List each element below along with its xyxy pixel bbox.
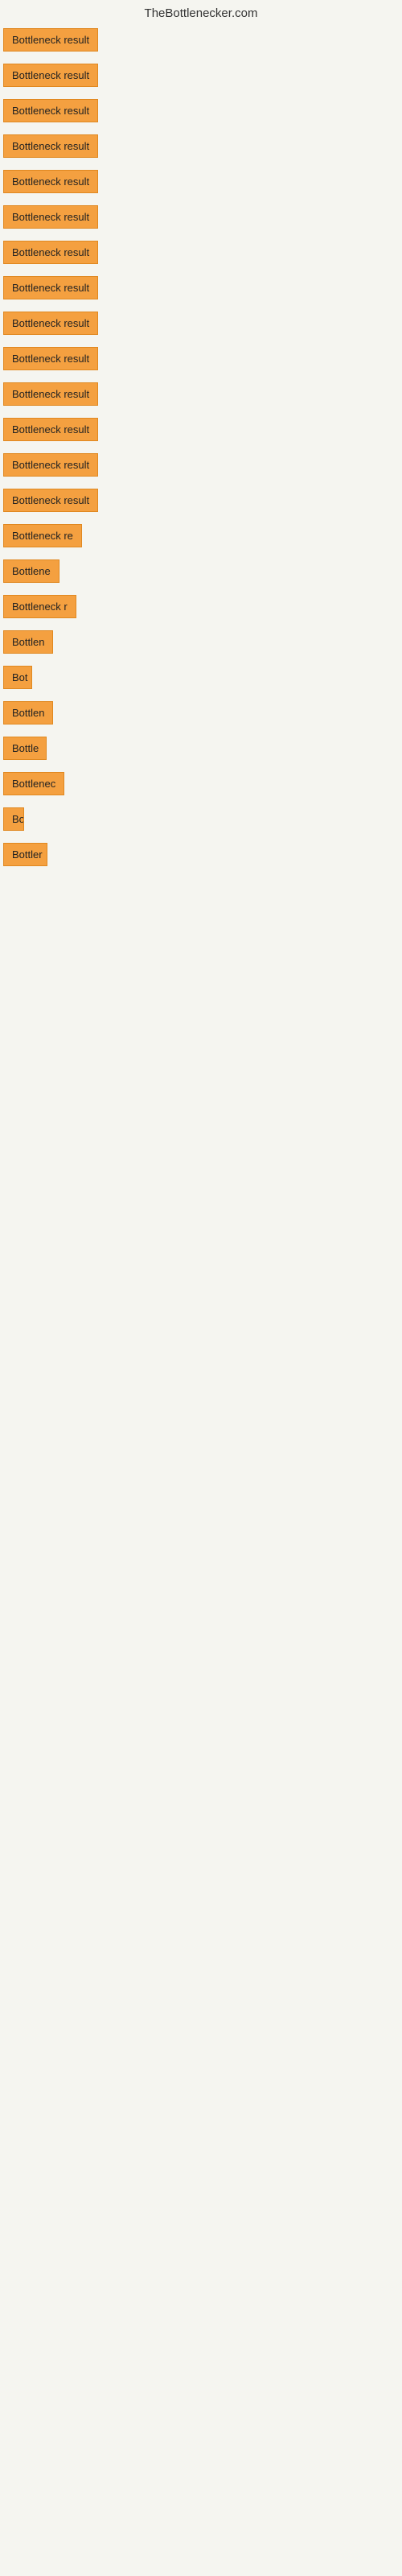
- list-item: Bottleneck result: [0, 448, 402, 482]
- list-item: Bottleneck r: [0, 590, 402, 624]
- list-item: Bottlen: [0, 625, 402, 659]
- bottleneck-result-badge[interactable]: Bo: [3, 807, 24, 831]
- bottleneck-result-badge[interactable]: Bottleneck result: [3, 489, 98, 512]
- bottleneck-result-badge[interactable]: Bottleneck result: [3, 382, 98, 406]
- bottleneck-result-badge[interactable]: Bottlen: [3, 701, 53, 724]
- list-item: Bottleneck result: [0, 484, 402, 518]
- bottleneck-result-badge[interactable]: Bottleneck result: [3, 418, 98, 441]
- list-item: Bottlen: [0, 696, 402, 730]
- list-item: Bottlenec: [0, 767, 402, 801]
- bottleneck-result-badge[interactable]: Bottleneck re: [3, 524, 82, 547]
- list-item: Bottleneck result: [0, 378, 402, 411]
- list-item: Bottleneck result: [0, 236, 402, 270]
- bottleneck-result-badge[interactable]: Bottleneck result: [3, 312, 98, 335]
- list-item: Bottleneck result: [0, 165, 402, 199]
- bottleneck-result-badge[interactable]: Bottler: [3, 843, 47, 866]
- list-item: Bottleneck result: [0, 59, 402, 93]
- bottleneck-result-badge[interactable]: Bottleneck result: [3, 134, 98, 158]
- list-item: Bottleneck result: [0, 23, 402, 57]
- bottleneck-result-badge[interactable]: Bottle: [3, 737, 47, 760]
- bottleneck-result-badge[interactable]: Bottleneck result: [3, 170, 98, 193]
- bottleneck-result-badge[interactable]: Bottleneck result: [3, 276, 98, 299]
- list-item: Bottleneck result: [0, 200, 402, 234]
- bottleneck-result-badge[interactable]: Bottleneck result: [3, 99, 98, 122]
- bottleneck-result-badge[interactable]: Bottleneck result: [3, 28, 98, 52]
- bottleneck-result-badge[interactable]: Bottleneck result: [3, 205, 98, 229]
- bottleneck-result-badge[interactable]: Bottlenec: [3, 772, 64, 795]
- list-item: Bottler: [0, 838, 402, 872]
- list-item: Bottle: [0, 732, 402, 766]
- bottleneck-result-badge[interactable]: Bottleneck result: [3, 347, 98, 370]
- bottleneck-result-badge[interactable]: Bottleneck r: [3, 595, 76, 618]
- list-item: Bottleneck result: [0, 307, 402, 341]
- list-item: Bottleneck result: [0, 342, 402, 376]
- site-header: TheBottlenecker.com: [0, 0, 402, 23]
- bottleneck-result-badge[interactable]: Bottlen: [3, 630, 53, 654]
- list-item: Bottleneck result: [0, 413, 402, 447]
- list-item: Bottleneck re: [0, 519, 402, 553]
- bottleneck-result-badge[interactable]: Bottleneck result: [3, 241, 98, 264]
- bottleneck-result-badge[interactable]: Bottleneck result: [3, 453, 98, 477]
- bottleneck-result-badge[interactable]: Bottlene: [3, 559, 59, 583]
- list-item: Bottleneck result: [0, 94, 402, 128]
- list-item: Bot: [0, 661, 402, 695]
- list-item: Bottlene: [0, 555, 402, 588]
- list-item: Bo: [0, 803, 402, 836]
- bottleneck-result-badge[interactable]: Bottleneck result: [3, 64, 98, 87]
- list-item: Bottleneck result: [0, 130, 402, 163]
- list-item: Bottleneck result: [0, 271, 402, 305]
- bottleneck-result-badge[interactable]: Bot: [3, 666, 32, 689]
